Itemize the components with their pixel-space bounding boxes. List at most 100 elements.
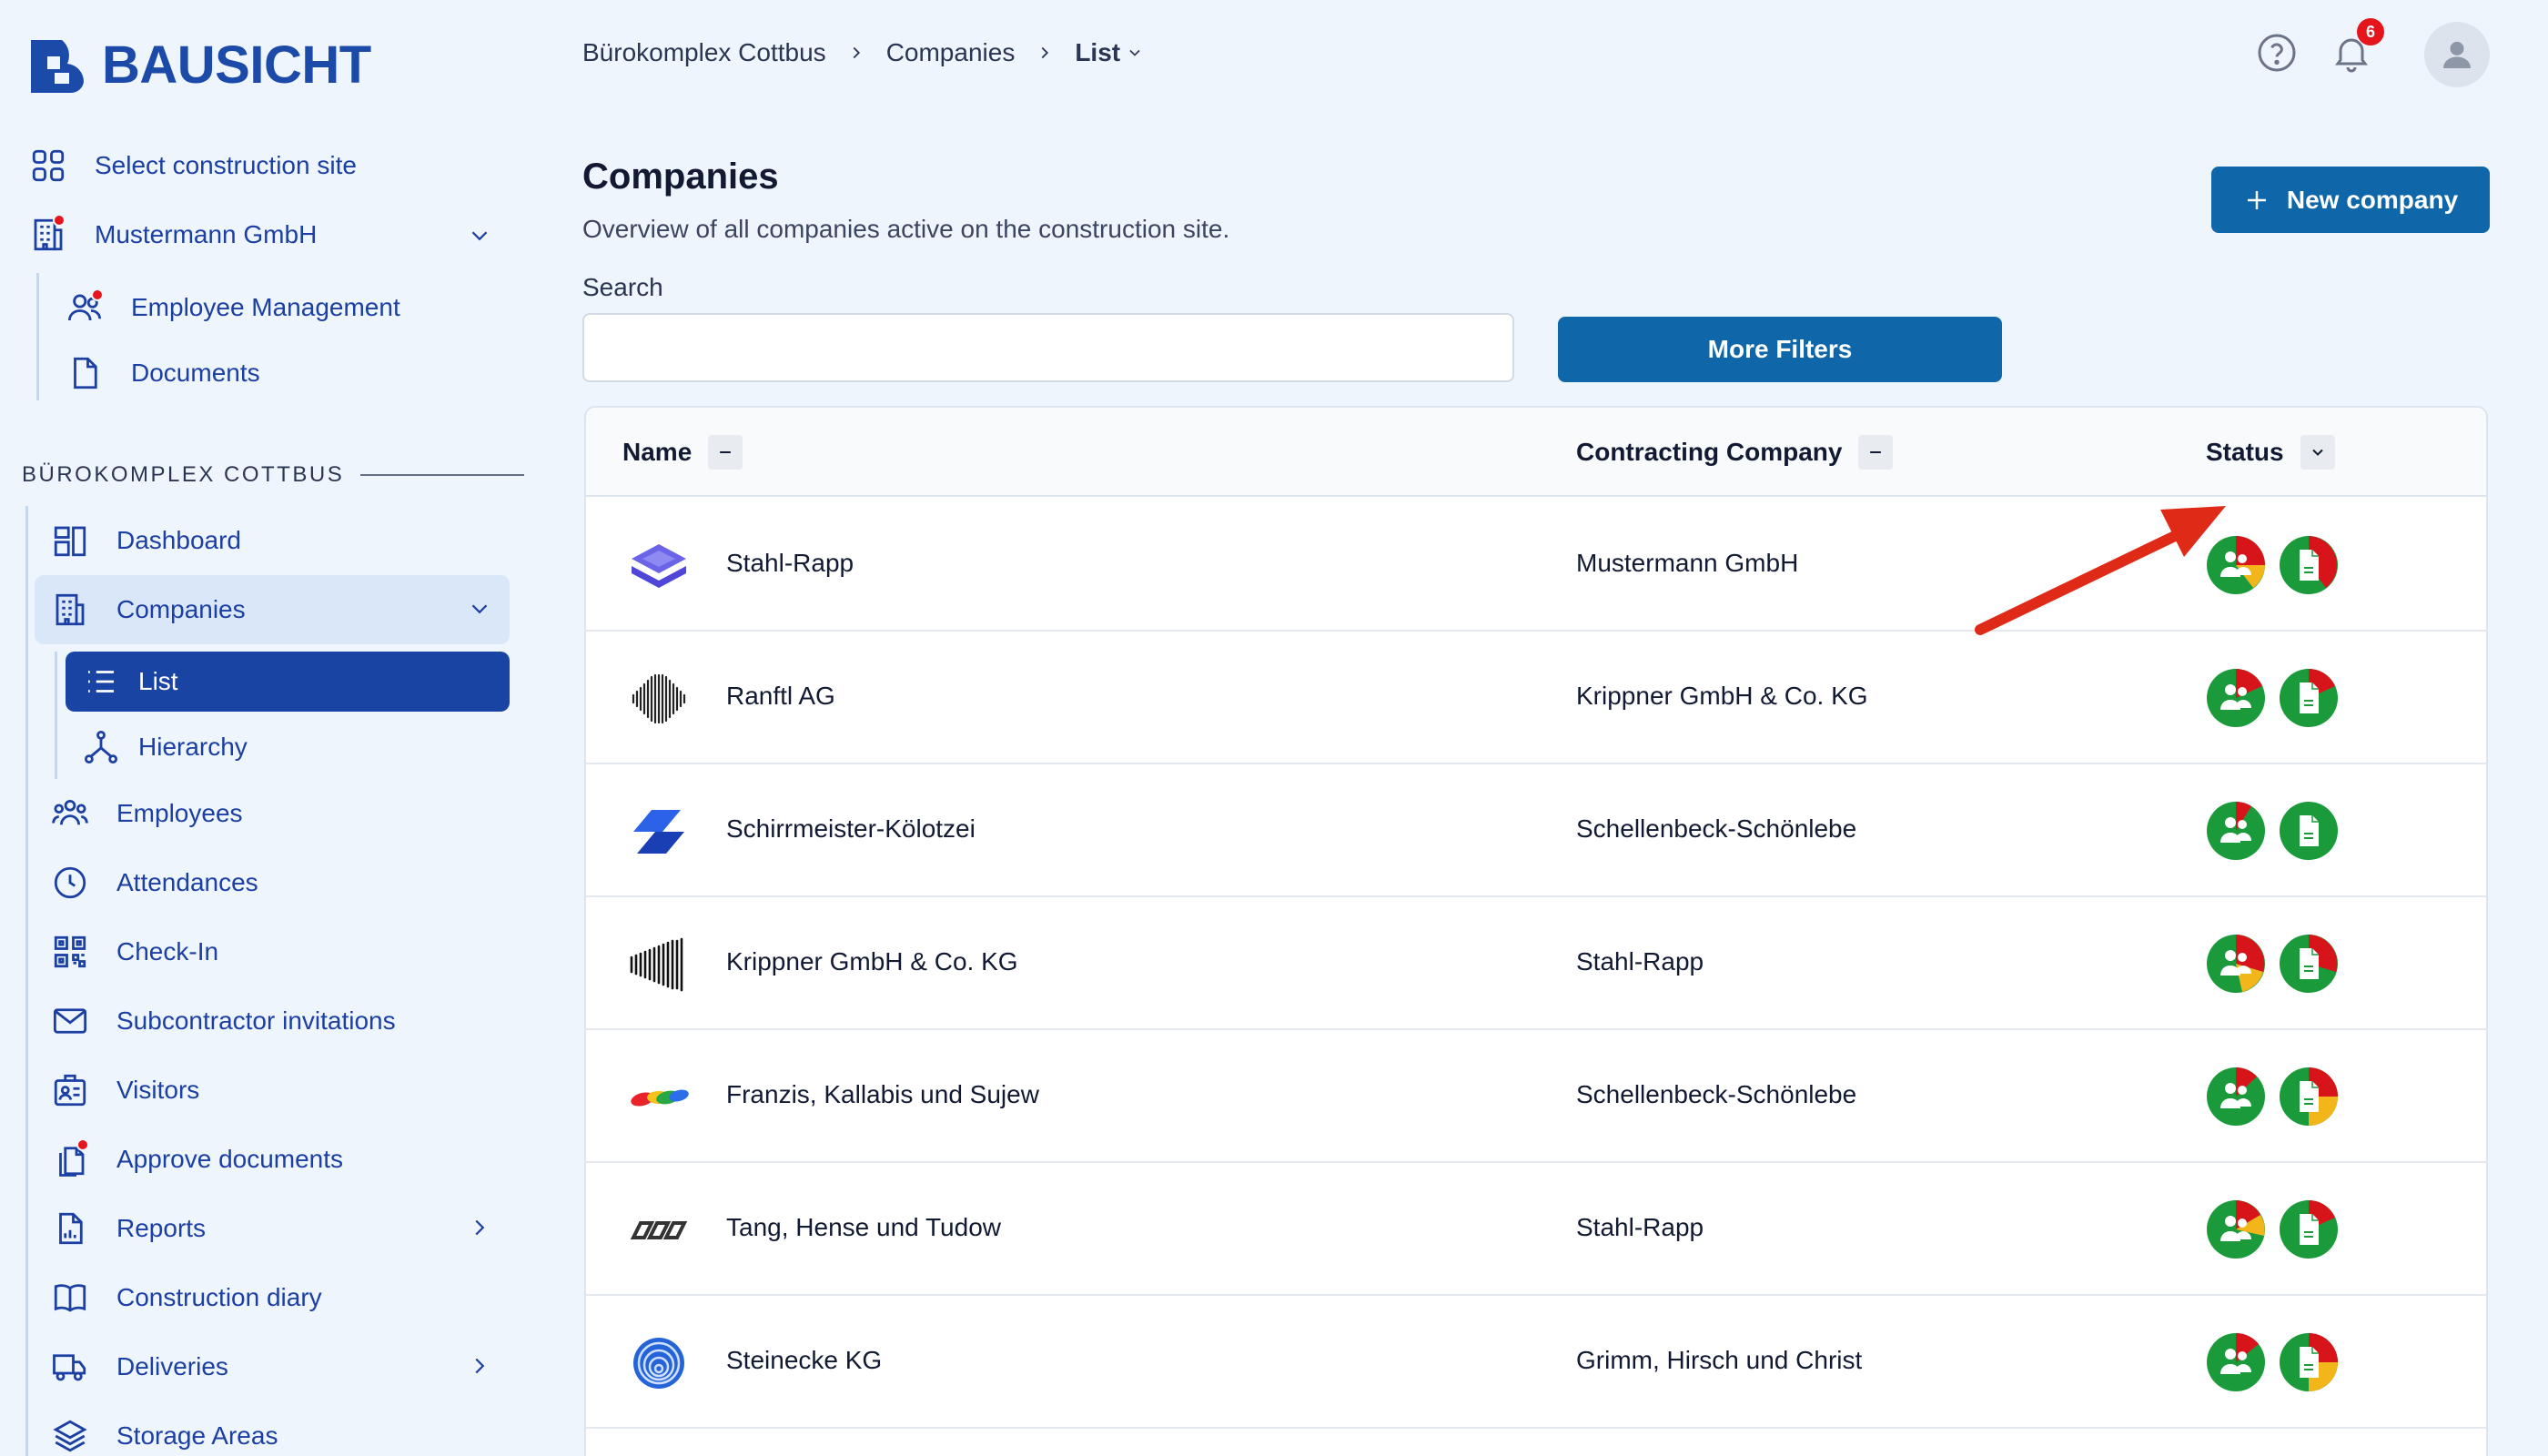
storage-areas-label: Storage Areas — [116, 1421, 278, 1450]
breadcrumb-site[interactable]: Bürokomplex Cottbus — [582, 38, 826, 67]
sidebar-item-hierarchy[interactable]: Hierarchy — [80, 720, 248, 774]
company-logo — [626, 1336, 692, 1390]
tree-line — [55, 652, 57, 779]
table-row[interactable]: Ranftl AG Krippner GmbH & Co. KG — [586, 632, 2486, 764]
companies-label: Companies — [116, 595, 246, 623]
grid-icon — [27, 145, 69, 187]
qr-icon — [49, 931, 91, 973]
user-avatar[interactable] — [2424, 22, 2490, 87]
table-row[interactable]: Stahl-Rapp Mustermann GmbH — [586, 499, 2486, 632]
search-input[interactable] — [582, 313, 1514, 382]
sidebar-item-reports[interactable]: Reports — [49, 1201, 206, 1256]
sidebar-item-approve-documents[interactable]: Approve documents — [49, 1132, 343, 1187]
table-row[interactable]: Schirrmeister-Kölotzei Schellenbeck-Schö… — [586, 764, 2486, 897]
table-row[interactable]: Krippner GmbH & Co. KG Stahl-Rapp — [586, 897, 2486, 1030]
employee-management[interactable]: Employee Management — [64, 280, 400, 335]
document-status-icon[interactable] — [2279, 801, 2339, 861]
employee-status-icon[interactable] — [2206, 934, 2266, 994]
breadcrumb-list[interactable]: List — [1075, 38, 1120, 67]
column-status[interactable]: Status — [2206, 435, 2335, 470]
sidebar-item-employees[interactable]: Employees — [49, 786, 243, 841]
sidebar-item-dashboard[interactable]: Dashboard — [49, 513, 241, 568]
new-company-button[interactable]: New company — [2211, 167, 2490, 233]
chevron-down-icon[interactable] — [466, 595, 493, 627]
collapse-column-button[interactable] — [708, 435, 743, 470]
table-row[interactable]: Tang, Hense und Tudow Stahl-Rapp — [586, 1163, 2486, 1296]
employee-status-icon[interactable] — [2206, 535, 2266, 595]
checkin-label: Check-In — [116, 937, 219, 966]
sidebar-item-storage-areas[interactable]: Storage Areas — [49, 1409, 278, 1456]
mail-icon — [49, 1000, 91, 1042]
spiral-logo-icon — [633, 1338, 684, 1389]
more-filters-button[interactable]: More Filters — [1558, 317, 2002, 382]
employee-status-icon[interactable] — [2206, 801, 2266, 861]
section-divider — [360, 474, 525, 476]
column-contracting-company[interactable]: Contracting Company — [1576, 435, 1894, 470]
contracting-company: Stahl-Rapp — [1576, 947, 1704, 976]
employees-label: Employees — [116, 799, 243, 827]
chevron-down-icon[interactable] — [1126, 44, 1144, 62]
building-icon — [27, 214, 69, 256]
chevron-right-icon[interactable] — [466, 1352, 493, 1384]
document-status-icon[interactable] — [2279, 668, 2339, 728]
collapse-column-button[interactable] — [1858, 435, 1894, 470]
document-status-icon[interactable] — [2279, 1067, 2339, 1127]
sidebar-item-construction-diary[interactable]: Construction diary — [49, 1270, 322, 1325]
document-status-icon[interactable] — [2279, 1332, 2339, 1392]
brand-logo[interactable]: BAUSICHT — [27, 35, 371, 96]
company-name: Ranftl AG — [726, 682, 835, 710]
site-section-title: BÜROKOMPLEX COTTBUS — [22, 462, 345, 487]
help-button[interactable] — [2251, 27, 2302, 78]
document-status-icon[interactable] — [2279, 934, 2339, 994]
document-status-icon[interactable] — [2279, 1199, 2339, 1259]
company-switcher[interactable]: Mustermann GmbH — [27, 207, 317, 262]
deliveries-label: Deliveries — [116, 1352, 228, 1380]
select-construction-site[interactable]: Select construction site — [27, 138, 357, 193]
company-name: Schirrmeister-Kölotzei — [726, 814, 976, 843]
chevron-down-icon — [2311, 449, 2323, 456]
chevron-right-icon — [1041, 46, 1049, 59]
employee-status-icon[interactable] — [2206, 1199, 2266, 1259]
sidebar-item-list[interactable]: List — [80, 654, 178, 709]
employee-status-icon[interactable] — [2206, 668, 2266, 728]
chevron-down-icon[interactable] — [466, 222, 493, 254]
hierarchy-icon — [80, 726, 122, 768]
approve-alert-dot — [76, 1138, 89, 1151]
companies-table: Name Contracting Company Status Stahl-Ra… — [584, 406, 2488, 1456]
contracting-company: Grimm, Hirsch und Christ — [1576, 1346, 1863, 1374]
table-row[interactable]: Franzis, Kallabis und Sujew Schellenbeck… — [586, 1030, 2486, 1163]
report-icon — [49, 1208, 91, 1249]
sidebar: BAUSICHT Select construction site Muster… — [0, 0, 546, 1456]
employee-status-icon[interactable] — [2206, 1067, 2266, 1127]
employee-status-icon[interactable] — [2206, 1332, 2266, 1392]
sidebar-item-deliveries[interactable]: Deliveries — [49, 1340, 228, 1394]
expand-column-button[interactable] — [2300, 435, 2335, 470]
column-name[interactable]: Name — [622, 435, 743, 470]
bars-logo-icon — [630, 937, 683, 992]
contracting-company: Mustermann GmbH — [1576, 549, 1799, 577]
dashboard-icon — [49, 520, 91, 561]
documents[interactable]: Documents — [64, 346, 260, 400]
chevron-right-icon[interactable] — [466, 1214, 493, 1246]
employee-management-label: Employee Management — [131, 293, 400, 321]
company-logo — [626, 1203, 692, 1258]
company-logo — [626, 1070, 692, 1125]
truck-icon — [49, 1346, 91, 1388]
brand-name: BAUSICHT — [102, 35, 371, 95]
help-icon — [2258, 34, 2296, 72]
table-header: Name Contracting Company Status — [586, 408, 2486, 497]
documents-label: Documents — [131, 359, 260, 387]
company-name: Tang, Hense und Tudow — [726, 1213, 1001, 1241]
minus-icon — [720, 451, 732, 453]
document-icon — [64, 352, 106, 394]
sidebar-item-visitors[interactable]: Visitors — [49, 1063, 199, 1117]
table-row[interactable]: Steinecke KG Grimm, Hirsch und Christ — [586, 1296, 2486, 1429]
column-name-label: Name — [622, 438, 693, 466]
sidebar-item-companies[interactable]: Companies — [49, 582, 246, 637]
company-label: Mustermann GmbH — [95, 220, 318, 248]
sidebar-item-checkin[interactable]: Check-In — [49, 925, 218, 979]
sidebar-item-attendances[interactable]: Attendances — [49, 855, 258, 910]
sidebar-item-subcontractor-invitations[interactable]: Subcontractor invitations — [49, 994, 396, 1048]
document-status-icon[interactable] — [2279, 535, 2339, 595]
breadcrumb-companies[interactable]: Companies — [886, 38, 1016, 67]
